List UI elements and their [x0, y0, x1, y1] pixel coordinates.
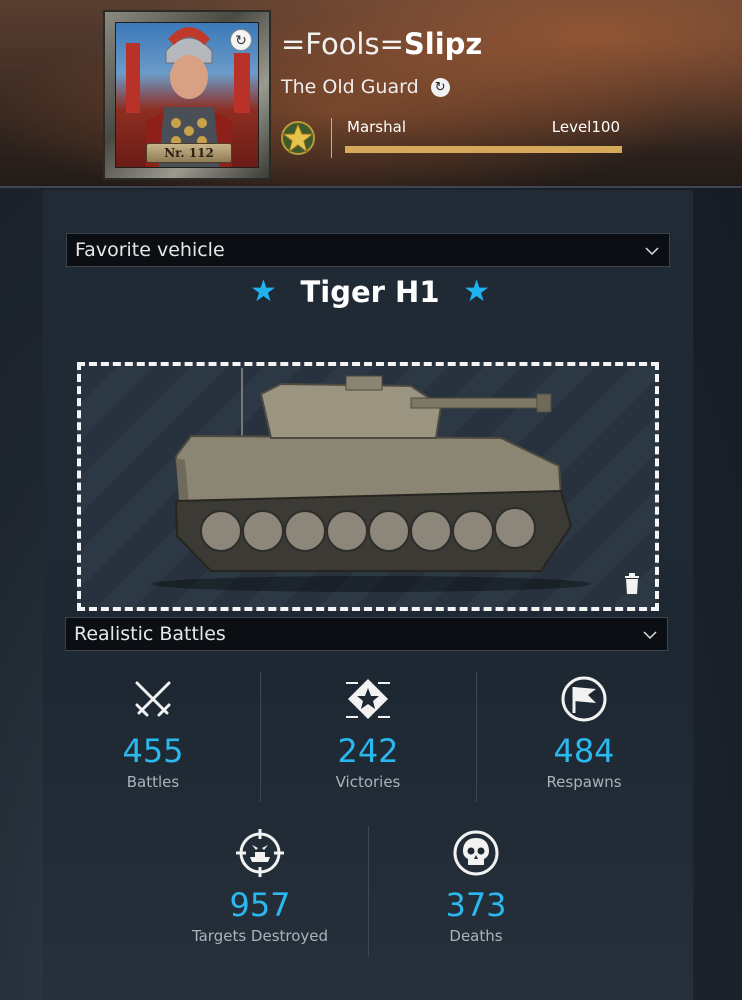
star-icon: ★ [463, 274, 490, 309]
clan-tag: =Fools= [281, 27, 404, 61]
player-name: Slipz [403, 27, 483, 61]
stat-value: 484 [553, 732, 615, 770]
stat-label: Battles [126, 773, 180, 791]
chevron-down-icon [645, 247, 659, 256]
stat-value: 373 [445, 886, 507, 924]
stat-label: Victories [335, 773, 401, 791]
player-nickname: =Fools=Slipz [281, 26, 482, 62]
stat-label: Respawns [546, 773, 622, 791]
favorite-vehicle-title: ★ Tiger H1 ★ [250, 272, 490, 312]
refresh-icon[interactable]: ↻ [230, 29, 252, 51]
favorite-vehicle-dropdown-label: Favorite vehicle [75, 239, 225, 261]
tank-image [151, 368, 591, 592]
vehicle-name: Tiger H1 [300, 275, 440, 309]
vehicle-image-slot[interactable] [77, 362, 659, 611]
star-icon: ★ [250, 274, 277, 309]
victory-star-icon [346, 679, 390, 719]
level-progress-bar [345, 146, 622, 153]
crosshair-icon [236, 829, 284, 877]
stat-value: 242 [337, 732, 399, 770]
rank-divider [331, 118, 332, 158]
game-mode-dropdown-label: Realistic Battles [74, 623, 226, 645]
level-label: Level100 [551, 118, 620, 136]
crossed-swords-icon [135, 681, 171, 717]
player-title-row: The Old Guard ↻ [281, 74, 450, 100]
rank-star-icon [281, 121, 315, 155]
stat-victories: 242 Victories [261, 675, 475, 807]
avatar-plate: Nr. 112 [146, 143, 232, 163]
stat-deaths: 373 Deaths [369, 829, 583, 961]
level-progress-fill [345, 146, 622, 153]
chevron-down-icon [643, 631, 657, 640]
avatar-frame[interactable]: Nr. 112 ↻ [103, 10, 271, 180]
trash-icon[interactable] [624, 573, 640, 595]
stat-targets-destroyed: 957 Targets Destroyed [153, 829, 367, 961]
stat-label: Targets Destroyed [191, 927, 329, 945]
game-mode-dropdown[interactable]: Realistic Battles [65, 617, 668, 651]
stat-battles: 455 Battles [46, 675, 260, 807]
refresh-icon[interactable]: ↻ [430, 77, 450, 97]
stat-value: 957 [229, 886, 291, 924]
favorite-vehicle-dropdown[interactable]: Favorite vehicle [66, 233, 670, 267]
stat-label: Deaths [449, 927, 503, 945]
profile-header: Nr. 112 ↻ =Fools=Slipz The Old Guard ↻ M… [0, 0, 742, 188]
stat-value: 455 [122, 732, 184, 770]
rank-name: Marshal [347, 118, 406, 136]
player-title: The Old Guard [281, 76, 419, 98]
skull-icon [453, 830, 499, 876]
flag-icon [561, 676, 607, 722]
stat-respawns: 484 Respawns [477, 675, 691, 807]
avatar: Nr. 112 ↻ [115, 22, 259, 168]
